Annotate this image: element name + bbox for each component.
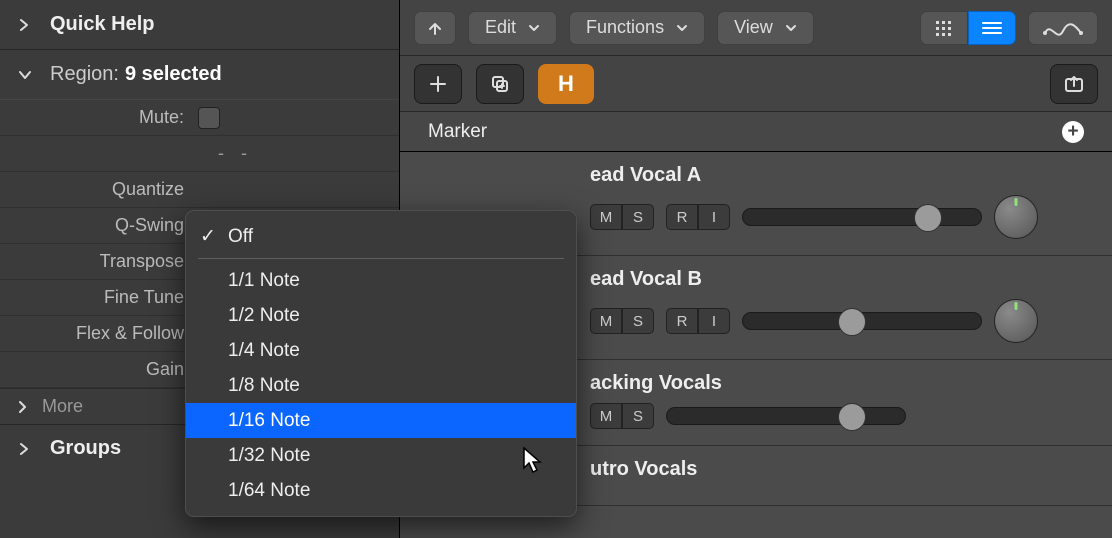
chevron-right-icon — [18, 442, 34, 456]
edit-menu[interactable]: Edit — [468, 11, 557, 45]
functions-menu[interactable]: Functions — [569, 11, 705, 45]
record-input-group: RI — [666, 204, 730, 230]
track-name: ead Vocal A — [590, 164, 1098, 187]
chevron-right-icon — [18, 18, 34, 32]
mute-solo-group: MS — [590, 204, 654, 230]
quick-help-header[interactable]: Quick Help — [0, 0, 399, 50]
add-button[interactable] — [414, 64, 462, 104]
quantize-menu[interactable]: ✓Off 1/1 Note1/2 Note1/4 Note1/8 Note1/16… — [185, 210, 577, 517]
mute-button[interactable]: M — [590, 308, 622, 334]
mute-solo-group: MS — [590, 308, 654, 334]
param-quantize[interactable]: Quantize — [0, 172, 399, 208]
record-button[interactable]: R — [666, 204, 698, 230]
input-button[interactable]: I — [698, 204, 730, 230]
chevron-down-icon — [676, 23, 688, 33]
quantize-item[interactable]: 1/16 Note — [186, 403, 576, 438]
quantize-item[interactable]: 1/64 Note — [186, 473, 576, 508]
record-input-group: RI — [666, 308, 730, 334]
duplicate-button[interactable] — [476, 64, 524, 104]
grid-view-button[interactable] — [920, 11, 968, 45]
h-toggle-button[interactable]: H — [538, 64, 594, 104]
chevron-right-icon — [18, 401, 34, 413]
quantize-item[interactable]: 1/32 Note — [186, 438, 576, 473]
input-button[interactable]: I — [698, 308, 730, 334]
param-mute[interactable]: Mute: — [0, 100, 399, 136]
pan-knob[interactable] — [994, 299, 1038, 343]
track-name: ead Vocal B — [590, 268, 1098, 291]
quantize-item[interactable]: 1/8 Note — [186, 368, 576, 403]
toolbar: Edit Functions View — [400, 0, 1112, 56]
popout-button[interactable] — [1050, 64, 1098, 104]
volume-slider[interactable] — [742, 208, 982, 226]
volume-slider[interactable] — [666, 407, 906, 425]
record-button[interactable]: R — [666, 308, 698, 334]
chevron-down-icon — [785, 23, 797, 33]
view-menu[interactable]: View — [717, 11, 814, 45]
quick-help-label: Quick Help — [50, 13, 154, 36]
region-label: Region: — [50, 63, 119, 86]
subtoolbar: H — [400, 56, 1112, 112]
marker-label: Marker — [428, 121, 487, 143]
add-marker-button[interactable]: + — [1062, 121, 1084, 143]
region-value: 9 selected — [125, 63, 222, 86]
marker-row[interactable]: Marker + — [400, 112, 1112, 152]
list-view-button[interactable] — [968, 11, 1016, 45]
region-header[interactable]: Region: 9 selected — [0, 50, 399, 100]
view-mode-segmented — [920, 11, 1016, 45]
track-name: acking Vocals — [590, 372, 1098, 395]
mute-checkbox[interactable] — [198, 107, 220, 129]
quantize-item[interactable]: 1/1 Note — [186, 263, 576, 298]
track-name: utro Vocals — [590, 458, 1098, 481]
solo-button[interactable]: S — [622, 308, 654, 334]
param-loop[interactable]: - - — [0, 136, 399, 172]
chevron-down-icon — [18, 69, 34, 81]
solo-button[interactable]: S — [622, 204, 654, 230]
check-icon: ✓ — [200, 225, 216, 248]
quantize-item[interactable]: 1/4 Note — [186, 333, 576, 368]
pan-knob[interactable] — [994, 195, 1038, 239]
back-up-button[interactable] — [414, 11, 456, 45]
quantize-off-item[interactable]: ✓Off — [186, 219, 576, 254]
solo-button[interactable]: S — [622, 403, 654, 429]
mute-button[interactable]: M — [590, 204, 622, 230]
mute-button[interactable]: M — [590, 403, 622, 429]
chevron-down-icon — [528, 23, 540, 33]
automation-curve-button[interactable] — [1028, 11, 1098, 45]
mute-solo-group: MS — [590, 403, 654, 429]
quantize-item[interactable]: 1/2 Note — [186, 298, 576, 333]
volume-slider[interactable] — [742, 312, 982, 330]
